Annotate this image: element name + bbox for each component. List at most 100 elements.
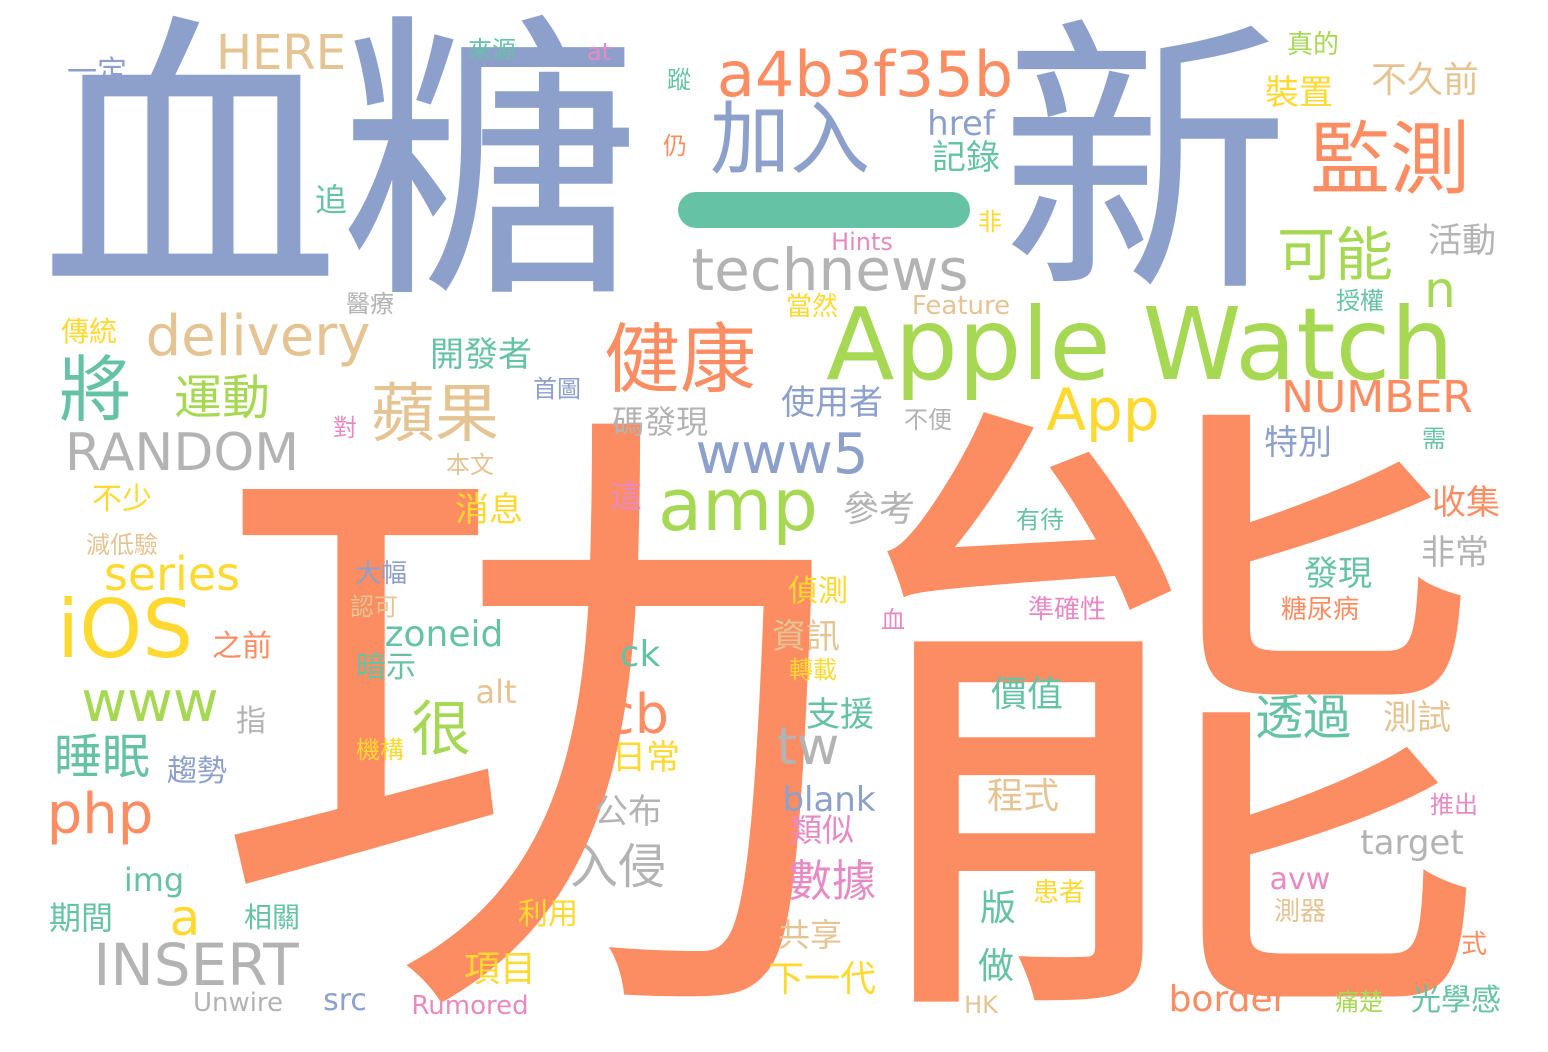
cloud-word: 收集 — [1432, 483, 1500, 523]
cloud-word: 患者 — [1032, 878, 1086, 908]
cloud-word: 消息 — [455, 490, 523, 530]
cloud-word: target — [1360, 823, 1464, 863]
cloud-word: n — [1424, 261, 1456, 319]
cloud-word: 期間 — [48, 899, 114, 937]
cloud-word: HK — [964, 991, 998, 1019]
cloud-word: img — [123, 861, 185, 899]
cloud-word: 當然 — [785, 292, 839, 322]
cloud-word: 公布 — [594, 792, 662, 832]
cloud-word: zoneid — [384, 614, 504, 655]
cloud-word: 測試 — [1383, 698, 1451, 738]
cloud-word: 機構 — [356, 736, 404, 764]
cloud-word: 版 — [979, 888, 1017, 929]
cloud-word: 不少 — [92, 482, 152, 517]
cloud-word: 減低驗 — [86, 531, 158, 559]
cloud-word: 下一代 — [767, 959, 877, 1000]
cloud-word: 睡眠 — [53, 729, 151, 785]
cloud-word: 可能 — [1276, 221, 1394, 289]
cloud-word: 類似 — [789, 811, 855, 849]
cloud-word: 一定 — [67, 55, 127, 90]
cloud-word: 有待 — [1016, 506, 1064, 534]
cloud-word: 首圖 — [533, 375, 581, 403]
cloud-word: 特別 — [1264, 423, 1332, 463]
cloud-word: 血 — [881, 606, 905, 634]
cloud-word: 趨勢 — [167, 754, 227, 789]
cloud-word: delivery — [145, 304, 371, 369]
cloud-word: 新 — [1000, 0, 1290, 333]
cloud-word: 需 — [1422, 425, 1446, 453]
cloud-word: 數據 — [788, 856, 876, 907]
cloud-word: 開發者 — [430, 335, 532, 375]
cloud-word: 蘋果 — [371, 378, 499, 452]
cloud-word: 之前 — [212, 629, 272, 664]
cloud-word: 偵測 — [788, 574, 848, 609]
cloud-word: 使用者 — [781, 383, 883, 423]
cloud-word: iOS — [57, 583, 193, 676]
cloud-word: 暗示 — [356, 650, 416, 685]
cloud-word: 運動 — [173, 370, 271, 426]
cloud-word: 本文 — [446, 451, 494, 479]
cloud-word: 對 — [333, 414, 357, 442]
cloud-word: NUMBER — [1281, 372, 1473, 423]
cloud-word: Unwire — [192, 988, 284, 1018]
cloud-word: 發現 — [1304, 554, 1372, 594]
cloud-word: a4b3f35b — [716, 38, 1014, 111]
cloud-word: a — [169, 889, 201, 947]
cloud-word: 蹤 — [667, 66, 691, 94]
cloud-word: 傳統 — [60, 315, 118, 348]
cloud-word: 價值 — [990, 674, 1064, 715]
cloud-word: Hints — [831, 228, 893, 256]
cloud-word: 式 — [1460, 930, 1488, 960]
cloud-word: 支援 — [806, 695, 874, 735]
cloud-word: border — [1168, 979, 1288, 1020]
cloud-word: 程式 — [986, 776, 1060, 817]
cloud-word: 加入 — [710, 93, 870, 186]
cloud-word: 準確性 — [1027, 595, 1107, 625]
cloud-word: 非 — [978, 208, 1002, 236]
cloud-word: 項目 — [463, 949, 537, 990]
cloud-word: 參考 — [842, 489, 916, 530]
cloud-word: 指 — [236, 704, 266, 739]
cloud-word: RANDOM — [64, 423, 300, 483]
cloud-word: href — [927, 104, 995, 144]
cloud-word: avw — [1269, 862, 1331, 897]
cloud-word: 推出 — [1430, 791, 1478, 819]
cloud-word: 將 — [58, 348, 132, 432]
cloud-word: 轉載 — [789, 656, 837, 684]
cloud-word: 日常 — [612, 738, 680, 778]
cloud-word: 碼發現 — [611, 403, 709, 441]
cloud-word: Feature — [911, 291, 1011, 321]
cloud-word: 糖尿病 — [1280, 595, 1360, 625]
cloud-word: 追 — [314, 181, 348, 219]
cloud-word: 醫療 — [346, 290, 394, 318]
cloud-word: 這 — [609, 477, 643, 515]
cloud-word: 來源 — [468, 36, 516, 64]
cloud-word: php — [46, 782, 154, 847]
cloud-word: 痛楚 — [1335, 988, 1383, 1016]
cloud-word: HERE — [215, 25, 347, 81]
word-cloud: 功能 血糖新 Apple Watch 加入 監測 a4b3f35b 健康 technews 可能… — [0, 0, 1548, 1052]
cloud-word: 仍 — [663, 132, 687, 160]
cloud-word: www — [81, 670, 219, 735]
cloud-word: Rumored — [411, 991, 529, 1021]
cloud-word: 健康 — [604, 315, 756, 404]
dash-word — [678, 192, 970, 228]
cloud-word: src — [323, 983, 367, 1018]
cloud-word: 裝置 — [1265, 73, 1333, 113]
cloud-word: cb — [605, 683, 669, 746]
cloud-word: 不久前 — [1370, 60, 1480, 101]
cloud-word: 很 — [411, 695, 471, 765]
cloud-word: 做 — [977, 946, 1015, 987]
cloud-word: ck — [619, 634, 661, 675]
cloud-word: 共享 — [777, 916, 843, 954]
cloud-word: 測器 — [1273, 897, 1327, 927]
cloud-word: App — [1046, 376, 1160, 444]
cloud-word: 入侵 — [569, 839, 667, 895]
cloud-word: 相關 — [243, 901, 301, 934]
cloud-word: 監測 — [1310, 113, 1470, 206]
cloud-word: 不便 — [904, 406, 952, 434]
cloud-word: 利用 — [518, 897, 578, 932]
cloud-word: 大幅 — [354, 559, 408, 589]
cloud-word: alt — [475, 673, 517, 711]
cloud-word: www5 — [695, 422, 869, 487]
